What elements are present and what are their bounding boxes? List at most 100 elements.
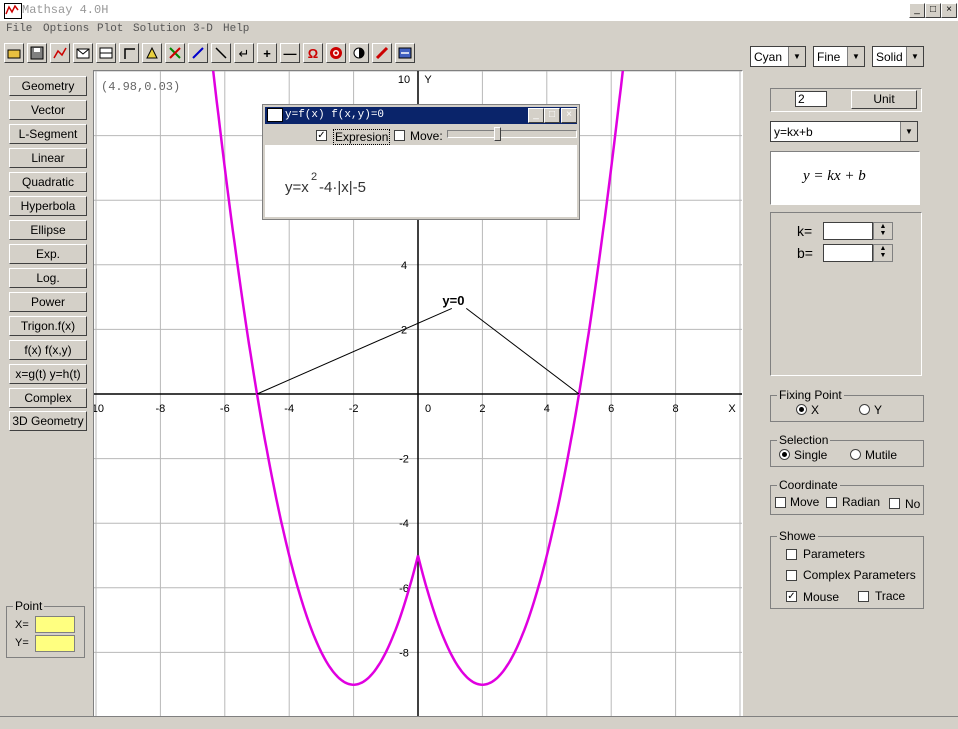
- power-button[interactable]: Power: [9, 292, 87, 312]
- coord-move-checkbox[interactable]: [775, 497, 786, 508]
- title-bar: Mathsay 4.0H _ □ ×: [0, 0, 958, 21]
- pencil-icon[interactable]: [372, 43, 392, 63]
- x-tick-label: 4: [544, 403, 550, 415]
- fx-fxy-button[interactable]: f(x) f(x,y): [9, 340, 87, 360]
- export-icon[interactable]: [395, 43, 415, 63]
- close-button[interactable]: ×: [941, 3, 957, 18]
- complex-button[interactable]: Complex: [9, 388, 87, 408]
- move-checkbox[interactable]: [394, 130, 405, 141]
- chevron-down-icon: ▼: [900, 122, 917, 141]
- app-icon: [4, 3, 22, 19]
- 3d-geometry-button[interactable]: 3D Geometry: [9, 411, 87, 431]
- coord-no-checkbox[interactable]: [889, 498, 900, 509]
- unit-button[interactable]: Unit: [851, 90, 917, 109]
- y-tick-label: -8: [399, 647, 409, 659]
- point-x-field[interactable]: [35, 616, 75, 633]
- menu-3d[interactable]: 3-D: [193, 23, 213, 35]
- half-icon[interactable]: [349, 43, 369, 63]
- triangle-icon[interactable]: [142, 43, 162, 63]
- dialog-maximize-button[interactable]: □: [544, 108, 560, 123]
- minus-icon[interactable]: —: [280, 43, 300, 63]
- dialog-app-icon: [267, 108, 283, 122]
- fixing-x-radio[interactable]: [796, 404, 807, 415]
- log-button[interactable]: Log.: [9, 268, 87, 288]
- line-icon[interactable]: [211, 43, 231, 63]
- grid-icon[interactable]: [96, 43, 116, 63]
- dialog-minimize-button[interactable]: _: [528, 108, 544, 123]
- quality-select[interactable]: Fine ▼: [813, 46, 865, 67]
- dialog-title-bar[interactable]: y=f(x) f(x,y)=0 _ □ ×: [265, 107, 577, 124]
- coordinate-group: Coordinate Move Radian No: [770, 478, 924, 515]
- k-spinner[interactable]: ▲ ▼: [873, 222, 893, 240]
- root-pointer-line: [465, 308, 580, 395]
- trace-checkbox[interactable]: [858, 591, 869, 602]
- geometry-button[interactable]: Geometry: [9, 76, 87, 96]
- minimize-button[interactable]: _: [909, 3, 925, 18]
- envelope-icon[interactable]: [73, 43, 93, 63]
- fixing-point-group: Fixing Point X Y: [770, 388, 924, 422]
- quadratic-button[interactable]: Quadratic: [9, 172, 87, 192]
- maximize-button[interactable]: □: [925, 3, 941, 18]
- status-bar: [0, 716, 958, 729]
- k-input[interactable]: [823, 222, 873, 240]
- move-slider[interactable]: [447, 127, 577, 141]
- chevron-down-icon: ▼: [906, 47, 923, 66]
- trigon-button[interactable]: Trigon.f(x): [9, 316, 87, 336]
- magnet-icon[interactable]: Ω: [303, 43, 323, 63]
- parameters-checkbox[interactable]: [786, 549, 797, 560]
- l-segment-button[interactable]: L-Segment: [9, 124, 87, 144]
- trace-label: Trace: [875, 589, 906, 603]
- showe-title: Showe: [777, 529, 818, 543]
- coordinate-title: Coordinate: [777, 478, 840, 492]
- coord-radian-checkbox[interactable]: [826, 497, 837, 508]
- mouse-checkbox[interactable]: ✓: [786, 591, 797, 602]
- linear-button[interactable]: Linear: [9, 148, 87, 168]
- y-tick-label: 4: [401, 260, 407, 272]
- menu-options[interactable]: Options: [43, 23, 89, 35]
- chart-icon[interactable]: [50, 43, 70, 63]
- fixing-y-radio[interactable]: [859, 404, 870, 415]
- color-select[interactable]: Cyan ▼: [750, 46, 806, 67]
- pen-icon[interactable]: [188, 43, 208, 63]
- selection-title: Selection: [777, 433, 831, 447]
- hyperbola-button[interactable]: Hyperbola: [9, 196, 87, 216]
- function-select[interactable]: y=kx+b ▼: [770, 121, 918, 142]
- point-y-field[interactable]: [35, 635, 75, 652]
- line-style-select[interactable]: Solid ▼: [872, 46, 924, 67]
- complex-parameters-checkbox[interactable]: [786, 570, 797, 581]
- formula-display: y=x 2 -4·|x|-5: [265, 145, 577, 217]
- dialog-close-button[interactable]: ×: [561, 108, 577, 123]
- vector-button[interactable]: Vector: [9, 100, 87, 120]
- coord-radian-label: Radian: [842, 495, 881, 509]
- menu-solution[interactable]: Solution: [133, 23, 186, 35]
- fixing-x-label: X: [811, 403, 820, 417]
- cross-icon[interactable]: [165, 43, 185, 63]
- selection-mutile-radio[interactable]: [850, 449, 861, 460]
- selection-single-radio[interactable]: [779, 449, 790, 460]
- menu-help[interactable]: Help: [223, 23, 249, 35]
- plus-icon[interactable]: +: [257, 43, 277, 63]
- exp-button[interactable]: Exp.: [9, 244, 87, 264]
- y-tick-label: -4: [399, 518, 409, 530]
- menu-plot[interactable]: Plot: [97, 23, 123, 35]
- expression-label: Expresion: [333, 129, 391, 145]
- coord-readout: (4.98,0.03): [101, 80, 181, 94]
- root-label: y=0: [442, 293, 464, 308]
- parametric-button[interactable]: x=g(t) y=h(t): [9, 364, 87, 384]
- function-dialog: y=f(x) f(x,y)=0 _ □ × ✓ Expresion Move: …: [262, 104, 580, 220]
- target-icon[interactable]: [326, 43, 346, 63]
- expression-checkbox[interactable]: ✓: [316, 130, 327, 141]
- showe-group: Showe Parameters Complex Parameters ✓ Mo…: [770, 529, 924, 609]
- open-icon[interactable]: [4, 43, 24, 63]
- slider-thumb[interactable]: [494, 127, 501, 141]
- b-spinner[interactable]: ▲ ▼: [873, 244, 893, 262]
- menu-file[interactable]: File: [6, 23, 32, 35]
- save-icon[interactable]: [27, 43, 47, 63]
- arrow-icon[interactable]: ↵: [234, 43, 254, 63]
- ellipse-button[interactable]: Ellipse: [9, 220, 87, 240]
- complex-parameters-label: Complex Parameters: [803, 568, 916, 582]
- b-input[interactable]: [823, 244, 873, 262]
- axes-icon[interactable]: [119, 43, 139, 63]
- unit-input[interactable]: 2: [795, 91, 827, 107]
- chevron-down-icon: ▼: [788, 47, 805, 66]
